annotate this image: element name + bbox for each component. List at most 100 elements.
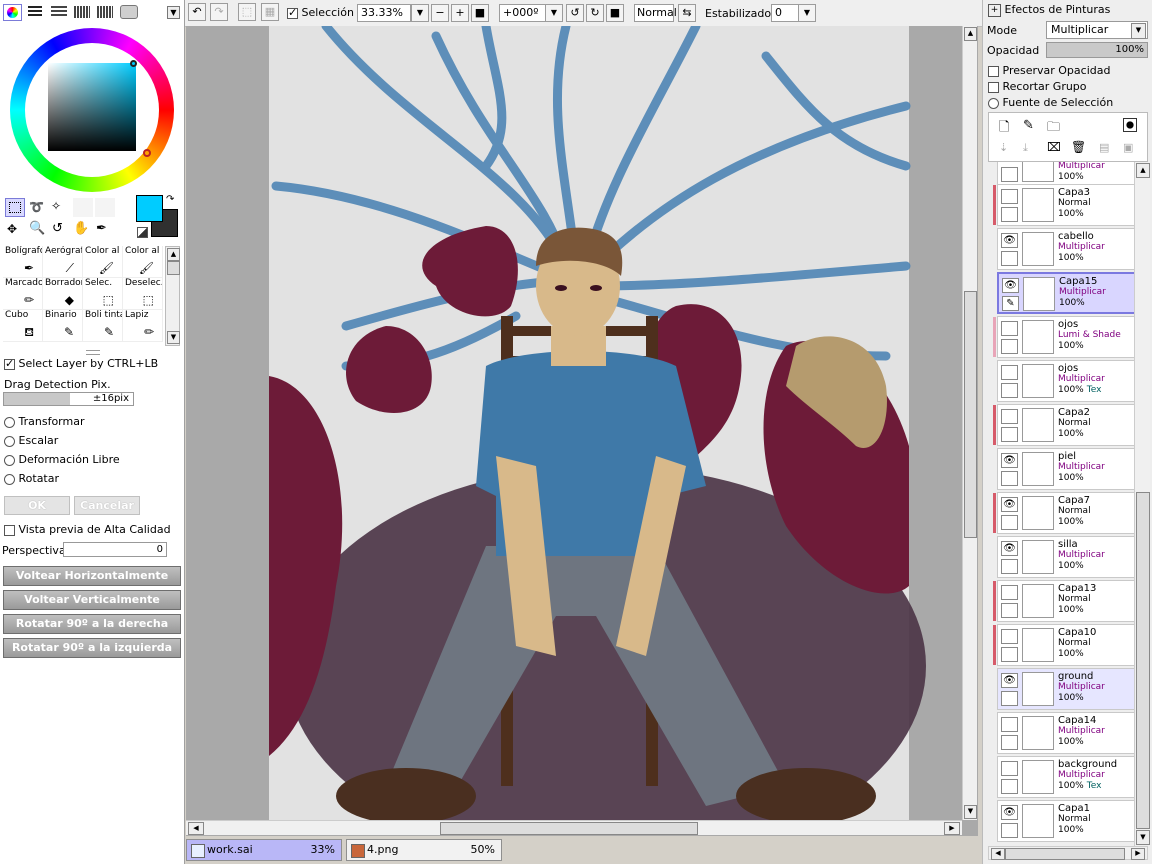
layer-item-silla[interactable]: 👁 silla Multiplicar 100% — [997, 536, 1138, 578]
layer-lock-toggle[interactable]: ✎ — [1002, 296, 1019, 311]
rotate-ccw-icon[interactable]: ↺ — [566, 4, 584, 22]
rotate-cw-icon[interactable]: ↻ — [586, 4, 604, 22]
tool-4[interactable]: Marcado ✏ — [3, 278, 43, 310]
layer-item-capa3[interactable]: Capa3 Normal 100% — [993, 184, 1138, 226]
layer-item-capa7[interactable]: 👁 Capa7 Normal 100% — [993, 492, 1138, 534]
eyedropper-icon[interactable]: ✒ — [96, 221, 107, 236]
sv-picker-handle[interactable] — [130, 60, 137, 67]
tool-5[interactable]: Borrador ◆ — [43, 278, 83, 310]
undo-icon[interactable]: ↶ — [188, 3, 206, 21]
tool-6[interactable]: Selec. ⬚ — [83, 278, 123, 310]
layer-item-ojos[interactable]: ojos Multiplicar 100% Tex — [997, 360, 1138, 402]
transform-radio-1[interactable]: Escalar — [4, 434, 58, 447]
delete-layer-icon[interactable]: 🗑 — [1071, 140, 1086, 154]
hand-tool-icon[interactable]: ✋ — [73, 221, 89, 236]
layer-item-ojos[interactable]: ojos Lumi & Shade 100% — [993, 316, 1138, 358]
tool-0[interactable]: Bolígrafo ✒ — [3, 246, 43, 278]
cancel-button[interactable]: Cancelar — [74, 496, 140, 515]
flip-view-icon[interactable]: ⇆ — [678, 4, 696, 22]
selection-checkbox[interactable]: ✓ — [287, 6, 298, 19]
layer-lock-toggle[interactable] — [1001, 383, 1018, 398]
visibility-toggle[interactable] — [1001, 409, 1018, 424]
drag-detection-slider[interactable]: ±16pix — [3, 392, 134, 406]
panel-menu-button[interactable]: ▼ — [167, 6, 180, 19]
layer-lock-icon[interactable] — [1001, 167, 1018, 182]
splitter-grip[interactable] — [86, 350, 100, 355]
rotation-select[interactable]: +000º — [499, 4, 547, 22]
stabilizer-select[interactable]: 0 — [771, 4, 799, 22]
scroll-up-icon[interactable]: ▲ — [167, 248, 180, 261]
opacity-slider[interactable]: 100% — [1046, 42, 1148, 58]
zoom-select[interactable]: 33.33% — [357, 4, 411, 22]
rotate-tool-icon[interactable]: ↺ — [52, 221, 63, 236]
new-linework-layer-icon[interactable]: ✎ — [1023, 118, 1034, 133]
redo-icon[interactable]: ↷ — [210, 3, 228, 21]
transform-radio-2[interactable]: Deformación Libre — [4, 453, 120, 466]
tool-1[interactable]: Aerógraf ⟋ — [43, 246, 83, 278]
transfer-down-icon[interactable]: ⇣ — [999, 141, 1008, 154]
stabilizer-dropdown-icon[interactable]: ▼ — [798, 4, 816, 22]
radio-button[interactable] — [988, 97, 999, 109]
layer-lock-toggle[interactable] — [1001, 339, 1018, 354]
move-tool-icon[interactable]: ✥ — [7, 222, 17, 236]
visibility-toggle[interactable]: 👁 — [1001, 453, 1018, 468]
swap-colors-icon[interactable]: ↷ — [166, 194, 174, 205]
select-layer-option[interactable]: ✓ Select Layer by CTRL+LB — [4, 357, 158, 370]
ok-button[interactable]: OK — [4, 496, 70, 515]
layer-item-piel[interactable]: 👁 piel Multiplicar 100% — [997, 448, 1138, 490]
layer-item-cabello[interactable]: 👁 cabello Multiplicar 100% — [997, 228, 1138, 270]
merge-down-icon[interactable]: ⤓ — [1023, 141, 1028, 155]
layer-option-1[interactable]: Recortar Grupo — [988, 80, 1087, 93]
radio-button[interactable] — [4, 435, 15, 447]
visibility-toggle[interactable]: 👁 — [1001, 497, 1018, 512]
chevron-down-icon[interactable]: ▼ — [1131, 23, 1146, 39]
checkbox[interactable] — [988, 81, 999, 93]
zoom-tool-icon[interactable]: 🔍 — [29, 221, 45, 236]
perspective-input[interactable]: 0 — [63, 542, 167, 557]
transform-radio-3[interactable]: Rotatar — [4, 472, 59, 485]
scroll-down-icon[interactable]: ▼ — [167, 331, 180, 344]
tool-grid-scrollbar[interactable]: ▲ ▼ — [165, 246, 180, 346]
layer-hscroll-thumb[interactable] — [1005, 848, 1125, 860]
scroll-up-icon[interactable]: ▲ — [964, 27, 977, 41]
hq-preview-checkbox[interactable] — [4, 524, 15, 536]
visibility-toggle[interactable] — [1001, 321, 1018, 336]
layer-lock-toggle[interactable] — [1001, 207, 1018, 222]
zoom-in-icon[interactable]: + — [451, 4, 469, 22]
visibility-toggle[interactable]: 👁 — [1001, 541, 1018, 556]
zoom-out-icon[interactable]: − — [431, 4, 449, 22]
layer-lock-toggle[interactable] — [1001, 735, 1018, 750]
visibility-toggle[interactable] — [1001, 189, 1018, 204]
layer-item-background[interactable]: background Multiplicar 100% Tex — [997, 756, 1138, 798]
layer-scrollbar[interactable]: ▲ ▼ — [1134, 162, 1150, 846]
hq-preview-option[interactable]: Vista previa de Alta Calidad — [4, 523, 171, 536]
color-wheel-tab[interactable] — [3, 4, 22, 21]
hue-picker-handle[interactable] — [143, 149, 151, 157]
visibility-toggle[interactable] — [1001, 365, 1018, 380]
hsv-slider-tab[interactable] — [51, 6, 67, 18]
layer-item-ground[interactable]: 👁 ground Multiplicar 100% — [997, 668, 1138, 710]
layer-item-capa13[interactable]: Capa13 Normal 100% — [993, 580, 1138, 622]
visibility-toggle[interactable] — [1001, 585, 1018, 600]
tool-8[interactable]: Cubo ⛾ — [3, 310, 43, 342]
new-folder-icon[interactable]: 🗀 — [1047, 118, 1060, 140]
layer-option-0[interactable]: Preservar Opacidad — [988, 64, 1110, 77]
invert-selection-icon[interactable]: ▦ — [261, 3, 279, 21]
magic-wand-icon[interactable]: ✧ — [51, 199, 61, 213]
rgb-slider-tab[interactable] — [28, 6, 42, 18]
canvas-hscrollbar[interactable]: ◀ ▶ — [186, 820, 962, 835]
radio-button[interactable] — [4, 454, 15, 466]
scroll-left-icon[interactable]: ◀ — [991, 848, 1005, 860]
vscroll-thumb[interactable] — [964, 291, 977, 538]
visibility-toggle[interactable]: 👁 — [1001, 673, 1018, 688]
rotate-right-button[interactable]: Rotatar 90º a la derecha — [3, 614, 181, 634]
layer-hscrollbar[interactable]: ◀ ▶ — [988, 846, 1148, 860]
document-tab-1[interactable]: 4.png 50% — [346, 839, 502, 861]
layer-item-partial[interactable]: Multiplicar 100% — [997, 162, 1138, 186]
hscroll-thumb[interactable] — [440, 822, 698, 835]
scroll-left-icon[interactable]: ◀ — [188, 822, 204, 835]
rotate-left-button[interactable]: Rotatar 90º a la izquierda — [3, 638, 181, 658]
clear-layer-icon[interactable]: ⌧ — [1047, 140, 1061, 154]
visibility-toggle[interactable] — [1001, 629, 1018, 644]
deselect-icon[interactable]: ⬚ — [238, 3, 256, 21]
